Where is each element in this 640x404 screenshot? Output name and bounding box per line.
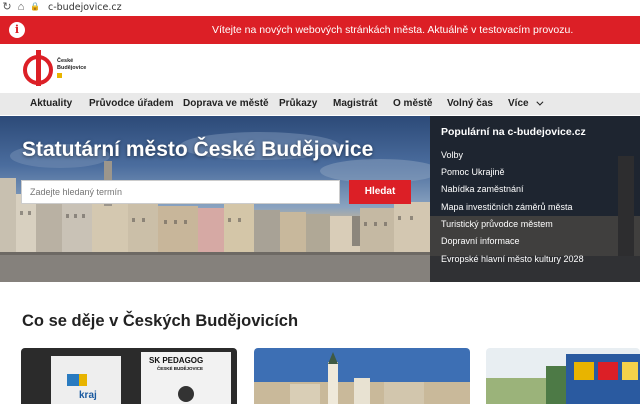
nav-item-prukazy[interactable]: Průkazy [279,98,317,109]
card-1-text: kraj [79,390,97,401]
hero-title: Statutární město České Budějovice [22,138,374,161]
lock-icon: 🔒 [30,2,40,11]
news-card-2[interactable] [254,348,470,404]
nav-item-vice[interactable]: Více [508,98,544,109]
card-3-image [486,348,640,404]
popular-title: Populární na c-budejovice.cz [441,126,586,138]
address-bar[interactable]: c-budejovice.cz [48,2,122,13]
popular-link-ehmk-2028[interactable]: Evropské hlavní město kultury 2028 [441,254,584,264]
section-title: Co se děje v Českých Budějovicích [22,312,299,330]
reload-icon[interactable]: ↻ [0,0,14,14]
popular-link-turisticky-pruvodce[interactable]: Turistický průvodce městem [441,219,553,229]
nav-item-o-meste[interactable]: O městě [393,98,432,109]
card-1-sign: SK PEDAGOG [149,356,204,365]
popular-link-volby[interactable]: Volby [441,150,463,160]
popular-link-pomoc-ukrajine[interactable]: Pomoc Ukrajině [441,167,505,177]
popular-link-nabidka-zamestnani[interactable]: Nabídka zaměstnání [441,184,524,194]
home-icon[interactable]: ⌂ [14,0,28,14]
logo-square [57,73,62,78]
card-1-sign-sub: ČESKÉ BUDĚJOVICE [157,366,204,371]
nav-item-doprava[interactable]: Doprava ve městě [183,98,269,109]
popular-panel: Populární na c-budejovice.cz Volby Pomoc… [430,116,640,282]
nav-item-magistrat[interactable]: Magistrát [333,98,377,109]
city-logo[interactable]: České Budějovice [22,48,86,88]
nav-item-pruvodce[interactable]: Průvodce úřadem [89,98,173,109]
news-card-1[interactable]: SK PEDAGOG ČESKÉ BUDĚJOVICE kraj [21,348,237,404]
card-1-image [21,348,237,404]
popular-link-mapa-investic[interactable]: Mapa investičních záměrů města [441,202,573,212]
browser-toolbar: ↻ ⌂ 🔒 c-budejovice.cz [0,0,640,14]
chevron-down-icon [536,98,544,106]
search-input[interactable] [21,180,340,204]
logo-emblem-icon [23,50,53,86]
main-nav: Aktuality Průvodce úřadem Doprava ve měs… [0,93,640,115]
logo-text-line2: Budějovice [57,64,87,71]
nav-item-aktuality[interactable]: Aktuality [30,98,72,109]
news-card-3[interactable] [486,348,640,404]
nav-item-volny-cas[interactable]: Volný čas [447,98,493,109]
card-2-image [254,348,470,404]
info-icon: i [9,22,25,38]
search-button[interactable]: Hledat [349,180,411,204]
popular-link-dopravni-informace[interactable]: Dopravní informace [441,236,520,246]
nav-item-vice-label: Více [508,98,529,109]
info-banner: i Vítejte na nových webových stránkách m… [0,16,640,44]
banner-message: Vítejte na nových webových stránkách měs… [212,24,574,36]
